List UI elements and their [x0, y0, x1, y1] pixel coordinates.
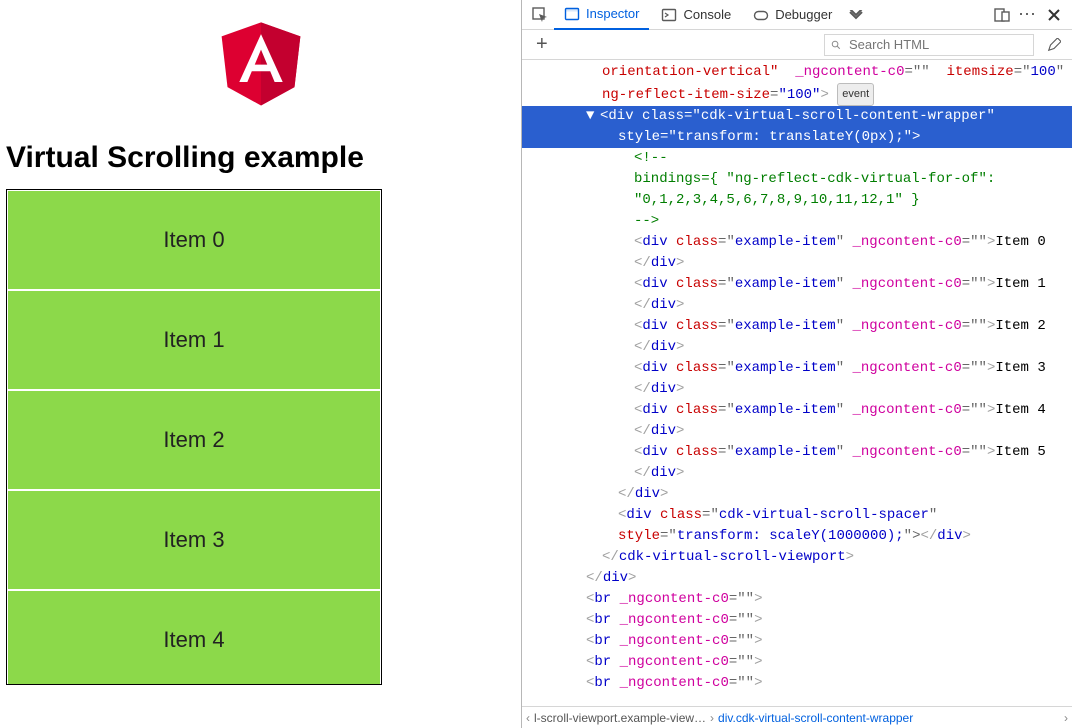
dom-line[interactable]: <div class="cdk-virtual-scroll-spacer": [522, 505, 1072, 526]
list-item: Item 4: [7, 590, 381, 685]
dom-line[interactable]: <div class="example-item" _ngcontent-c0=…: [522, 274, 1072, 295]
page-title: Virtual Scrolling example: [6, 141, 521, 175]
dom-line[interactable]: </div>: [522, 421, 1072, 442]
search-html-input[interactable]: [847, 36, 1027, 53]
dom-line[interactable]: <div class="example-item" _ngcontent-c0=…: [522, 400, 1072, 421]
breadcrumb-node[interactable]: l-scroll-viewport.example-view…: [534, 711, 706, 725]
debugger-icon: [753, 7, 769, 23]
logo-wrap: [0, 0, 521, 113]
virtual-scroll-viewport[interactable]: Item 0 Item 1 Item 2 Item 3 Item 4 Item …: [6, 189, 382, 685]
chevron-right-icon: ›: [710, 711, 714, 725]
inspector-icon: [564, 6, 580, 22]
event-badge[interactable]: event: [837, 83, 874, 106]
dom-line[interactable]: orientation-vertical" _ngcontent-c0="" i…: [522, 62, 1072, 83]
breadcrumb-prev-icon[interactable]: ‹: [526, 711, 530, 725]
dom-line[interactable]: <br _ngcontent-c0="">: [522, 589, 1072, 610]
dom-line[interactable]: </div>: [522, 295, 1072, 316]
tab-debugger-label: Debugger: [775, 7, 832, 22]
angular-logo-icon: [215, 12, 307, 110]
dom-line[interactable]: <div class="example-item" _ngcontent-c0=…: [522, 232, 1072, 253]
edit-html-icon[interactable]: [1042, 33, 1066, 57]
search-html-input-wrap[interactable]: [824, 34, 1034, 56]
dom-line[interactable]: <div class="example-item" _ngcontent-c0=…: [522, 316, 1072, 337]
dom-comment[interactable]: bindings={ "ng-reflect-cdk-virtual-for-o…: [522, 169, 1072, 190]
devtools-subtoolbar: +: [522, 30, 1072, 60]
pick-element-icon[interactable]: [528, 3, 552, 27]
dom-comment[interactable]: -->: [522, 211, 1072, 232]
dom-line[interactable]: </div>: [522, 253, 1072, 274]
dom-line[interactable]: </div>: [522, 379, 1072, 400]
new-node-button[interactable]: +: [528, 33, 556, 56]
list-item: Item 3: [7, 490, 381, 590]
tab-inspector[interactable]: Inspector: [554, 0, 649, 30]
dom-line[interactable]: </div>: [522, 337, 1072, 358]
dom-line[interactable]: <br _ngcontent-c0="">: [522, 673, 1072, 694]
dom-line[interactable]: style="transform: scaleY(1000000);"></di…: [522, 526, 1072, 547]
close-devtools-icon[interactable]: [1042, 3, 1066, 27]
dom-line[interactable]: <br _ngcontent-c0="">: [522, 610, 1072, 631]
devtools-panel: Inspector Console Debugger ⋯ +: [522, 0, 1072, 728]
breadcrumb[interactable]: ‹ l-scroll-viewport.example-view… › div.…: [522, 706, 1072, 728]
list-item: Item 1: [7, 290, 381, 390]
search-icon: [831, 39, 841, 51]
dom-tree[interactable]: orientation-vertical" _ngcontent-c0="" i…: [522, 60, 1072, 706]
dom-line[interactable]: <br _ngcontent-c0="">: [522, 652, 1072, 673]
dom-line-selected[interactable]: ▼ <div class="cdk-virtual-scroll-content…: [522, 106, 1072, 127]
list-item: Item 2: [7, 390, 381, 490]
dom-line[interactable]: </cdk-virtual-scroll-viewport>: [522, 547, 1072, 568]
dom-line-selected[interactable]: style="transform: translateY(0px);">: [522, 127, 1072, 148]
dom-line[interactable]: </div>: [522, 484, 1072, 505]
tab-debugger[interactable]: Debugger: [743, 0, 842, 30]
app-page: Virtual Scrolling example Item 0 Item 1 …: [0, 0, 522, 728]
dom-comment[interactable]: <!--: [522, 148, 1072, 169]
tabs-overflow-icon[interactable]: [844, 3, 868, 27]
dom-line[interactable]: </div>: [522, 568, 1072, 589]
dom-line[interactable]: <div class="example-item" _ngcontent-c0=…: [522, 442, 1072, 463]
dom-comment[interactable]: "0,1,2,3,4,5,6,7,8,9,10,11,12,1" }: [522, 190, 1072, 211]
devtools-toolbar: Inspector Console Debugger ⋯: [522, 0, 1072, 30]
tab-inspector-label: Inspector: [586, 6, 639, 21]
list-item: Item 0: [7, 190, 381, 290]
dom-line[interactable]: <br _ngcontent-c0="">: [522, 631, 1072, 652]
kebab-menu-icon[interactable]: ⋯: [1016, 3, 1040, 27]
breadcrumb-node-current[interactable]: div.cdk-virtual-scroll-content-wrapper: [718, 711, 913, 725]
console-icon: [661, 7, 677, 23]
dom-line[interactable]: ng-reflect-item-size="100"> event: [522, 83, 1072, 106]
dom-line[interactable]: </div>: [522, 463, 1072, 484]
breadcrumb-next-icon[interactable]: ›: [1064, 711, 1068, 725]
tab-console-label: Console: [683, 7, 731, 22]
dom-line[interactable]: <div class="example-item" _ngcontent-c0=…: [522, 358, 1072, 379]
responsive-mode-icon[interactable]: [990, 3, 1014, 27]
tab-console[interactable]: Console: [651, 0, 741, 30]
